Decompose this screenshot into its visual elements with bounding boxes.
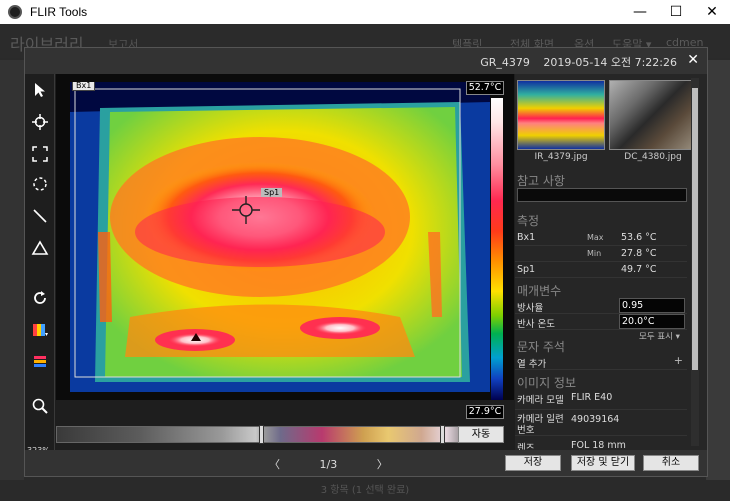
info-panel: IR_4379.jpg DC_4380.jpg 참고 사항 측정 Bx1 Max… bbox=[515, 74, 707, 450]
info-camera-serial: 카메라 일련 번호 49039164 bbox=[515, 412, 687, 436]
minimize-button[interactable]: — bbox=[622, 0, 658, 24]
box-tool-icon[interactable] bbox=[28, 142, 52, 166]
thumbnail-dc-caption: DC_4380.jpg bbox=[624, 152, 682, 162]
info-camera-model: 카메라 모델 FLIR E40 bbox=[515, 390, 687, 410]
emissivity-input[interactable]: 0.95 bbox=[619, 298, 685, 313]
line-tool-icon[interactable] bbox=[28, 204, 52, 228]
window-titlebar: FLIR Tools — ☐ ✕ bbox=[0, 0, 730, 24]
image-canvas[interactable]: Bx1 Sp1 bbox=[56, 74, 514, 400]
param-emissivity: 방사율 0.95 bbox=[515, 298, 687, 314]
panel-scrollbar[interactable] bbox=[691, 78, 699, 446]
scale-min-temp[interactable]: 27.9°C bbox=[466, 405, 504, 419]
maximize-button[interactable]: ☐ bbox=[658, 0, 694, 24]
thumbnail-ir-caption: IR_4379.jpg bbox=[534, 152, 588, 162]
palette-range-slider[interactable] bbox=[56, 425, 472, 444]
select-arrow-icon[interactable] bbox=[28, 78, 52, 102]
page-indicator: 1/3 bbox=[319, 458, 338, 471]
bg-left-strip bbox=[0, 60, 24, 480]
next-image-button[interactable]: 〉 bbox=[377, 458, 388, 471]
notes-field[interactable] bbox=[517, 188, 687, 202]
tool-palette: 323% bbox=[25, 74, 55, 455]
spot-label[interactable]: Sp1 bbox=[261, 188, 283, 197]
close-window-button[interactable]: ✕ bbox=[694, 0, 730, 24]
temperature-scale-bar bbox=[491, 98, 503, 400]
add-row-icon[interactable]: + bbox=[674, 354, 683, 367]
window-title: FLIR Tools bbox=[30, 5, 88, 19]
delta-tool-icon[interactable] bbox=[28, 236, 52, 260]
color-scale-icon[interactable] bbox=[28, 350, 52, 374]
flir-app-icon bbox=[8, 5, 22, 19]
image-info-section-title: 이미지 정보 bbox=[517, 376, 577, 390]
palette-icon[interactable] bbox=[28, 318, 52, 342]
thumbnail-dc[interactable]: DC_4380.jpg bbox=[609, 80, 697, 164]
info-lens: 렌즈 FOL 18 mm bbox=[515, 438, 687, 450]
parameters-section-title: 매개변수 bbox=[517, 284, 562, 298]
prev-image-button[interactable]: 〈 bbox=[269, 458, 280, 471]
dialog-header: GR_4379 2019-05-14 오전 7:22:26 ✕ bbox=[25, 48, 707, 74]
auto-adjust-button[interactable]: 자동 bbox=[458, 426, 504, 443]
palette-min-handle[interactable] bbox=[259, 425, 264, 444]
bg-right-strip bbox=[706, 60, 730, 480]
dialog-footer: 〈 1/3 〉 저장 저장 및 닫기 취소 bbox=[25, 450, 707, 476]
measurement-row-sp1: Sp1 49.7 °C bbox=[515, 262, 687, 278]
measurement-section-title: 측정 bbox=[517, 214, 540, 228]
image-filename: GR_4379 bbox=[480, 56, 530, 69]
image-editor-dialog: GR_4379 2019-05-14 오전 7:22:26 ✕ Bx1 Sp1 … bbox=[24, 47, 708, 477]
image-meta: GR_4379 2019-05-14 오전 7:22:26 bbox=[470, 54, 677, 70]
image-datetime: 2019-05-14 오전 7:22:26 bbox=[543, 56, 677, 69]
text-annotation-section-title: 문자 주석 bbox=[517, 340, 565, 354]
zoom-icon[interactable] bbox=[28, 394, 52, 418]
spot-tool-icon[interactable] bbox=[28, 110, 52, 134]
notes-section-title: 참고 사항 bbox=[517, 174, 565, 188]
reflected-temp-input[interactable]: 20.0°C bbox=[619, 314, 685, 329]
bg-status-text: 3 항목 (1 선택 완료) bbox=[320, 485, 410, 496]
pager: 〈 1/3 〉 bbox=[251, 456, 406, 472]
dialog-close-button[interactable]: ✕ bbox=[687, 52, 699, 68]
save-button[interactable]: 저장 bbox=[505, 455, 561, 471]
rotate-icon[interactable] bbox=[28, 286, 52, 310]
save-close-button[interactable]: 저장 및 닫기 bbox=[571, 455, 635, 471]
add-row[interactable]: 열 추가 + bbox=[515, 354, 687, 370]
cancel-button[interactable]: 취소 bbox=[643, 455, 699, 471]
box-label[interactable]: Bx1 bbox=[72, 82, 96, 91]
thermal-image[interactable]: Bx1 Sp1 bbox=[70, 82, 490, 392]
scale-max-temp[interactable]: 52.7°C bbox=[466, 81, 504, 95]
palette-max-handle[interactable] bbox=[440, 425, 445, 444]
measurement-row-bx1-max: Bx1 Max 53.6 °C bbox=[515, 230, 687, 246]
measurement-row-bx1-min: Min 27.8 °C bbox=[515, 246, 687, 262]
panel-scrollbar-thumb[interactable] bbox=[692, 88, 698, 370]
thumbnail-ir[interactable]: IR_4379.jpg bbox=[517, 80, 605, 164]
param-reflected-temp: 반사 온도 20.0°C bbox=[515, 314, 687, 330]
ellipse-tool-icon[interactable] bbox=[28, 172, 52, 196]
